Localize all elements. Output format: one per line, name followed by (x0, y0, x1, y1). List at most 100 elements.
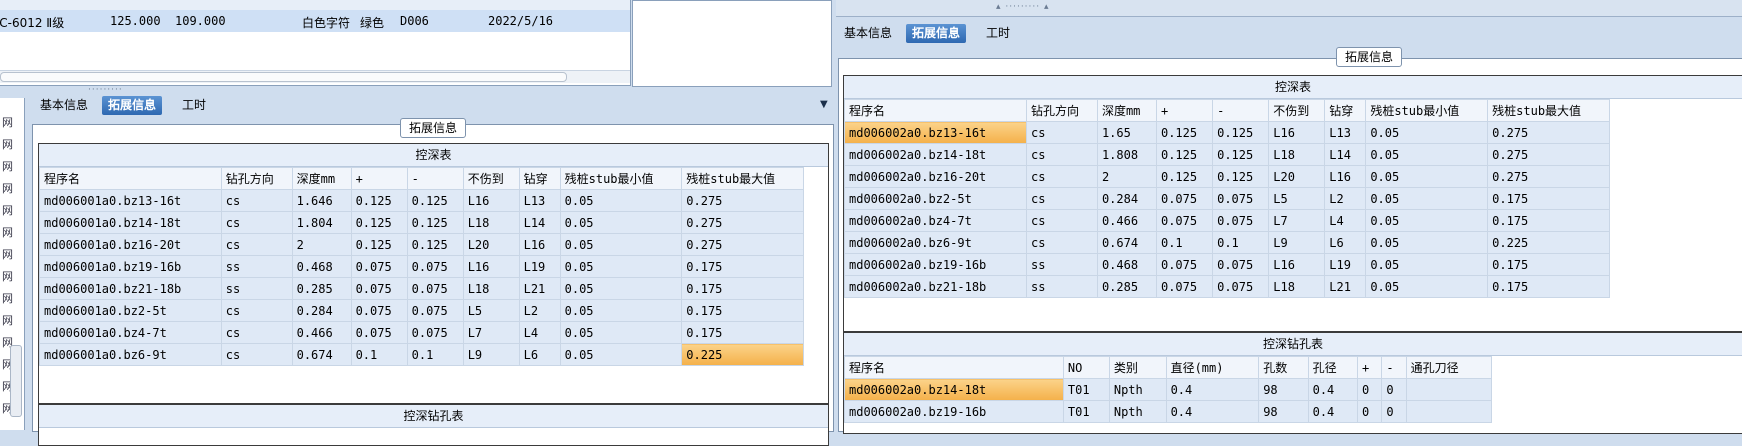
table-cell[interactable]: L4 (518, 321, 561, 344)
tab-basic-info[interactable]: 基本信息 (838, 24, 898, 43)
table-cell[interactable]: 0.125 (1155, 121, 1214, 144)
table-cell[interactable]: 0.075 (406, 299, 464, 322)
table-cell[interactable]: md006002a0.bz13-16t (844, 121, 1027, 144)
table-cell[interactable]: 0 (1357, 378, 1383, 401)
table-cell[interactable]: 0.05 (1365, 165, 1489, 188)
table-cell[interactable]: 0.125 (1212, 143, 1270, 166)
table-cell[interactable]: 0.674 (1096, 231, 1157, 254)
vertical-scrollbar-thumb[interactable] (10, 345, 22, 417)
column-header[interactable]: 不伤到 (462, 167, 520, 190)
table-cell[interactable]: md006002a0.bz16-20t (844, 165, 1027, 188)
column-header[interactable]: 直径(mm) (1165, 356, 1260, 379)
table-cell[interactable]: 0.1 (350, 343, 408, 366)
table-cell[interactable]: 0.175 (1487, 209, 1610, 232)
table-cell[interactable]: 98 (1258, 378, 1309, 401)
table-row[interactable]: md006001a0.bz21-18b ss 0.285 0.075 0.075 L18 L… (39, 277, 804, 300)
column-header[interactable]: 不伤到 (1268, 99, 1326, 122)
table-cell[interactable]: ss (220, 277, 293, 300)
table-cell[interactable]: 0.05 (559, 255, 683, 278)
splitter-grip-icon[interactable]: ▴ ········· ▴ (996, 2, 1050, 12)
column-header[interactable]: + (350, 167, 408, 190)
tab-extended-info[interactable]: 拓展信息 (102, 96, 163, 115)
table-cell[interactable]: ss (1026, 275, 1098, 298)
table-cell[interactable]: 0.05 (1365, 121, 1489, 144)
top-grid[interactable]: PC-6012 Ⅱ级 125.000 109.000 白色字符 绿色 D006 … (0, 0, 631, 86)
table-cell[interactable]: 0.075 (1155, 209, 1214, 232)
table-cell[interactable]: cs (1026, 209, 1098, 232)
table-cell[interactable]: 1.646 (291, 189, 352, 212)
table-cell[interactable]: 0.125 (406, 211, 464, 234)
table-cell[interactable]: 0.175 (681, 299, 804, 322)
table-cell[interactable]: 0.125 (1155, 165, 1214, 188)
table-cell[interactable]: md006001a0.bz6-9t (39, 343, 222, 366)
column-header[interactable]: - (406, 167, 464, 190)
table-cell[interactable]: L16 (518, 233, 561, 256)
table-cell[interactable]: md006001a0.bz4-7t (39, 321, 222, 344)
table-cell[interactable]: L16 (462, 189, 520, 212)
table-cell[interactable]: 2 (1096, 165, 1157, 188)
table-cell[interactable]: L16 (1268, 253, 1326, 276)
table-cell[interactable]: 0.05 (1365, 253, 1489, 276)
table-cell[interactable]: md006002a0.bz6-9t (844, 231, 1027, 254)
table-row[interactable]: md006001a0.bz4-7t cs 0.466 0.075 0.075 L7 L4 0.… (39, 321, 804, 344)
table-cell[interactable]: 0.674 (291, 343, 352, 366)
table-cell[interactable]: 0.075 (1155, 253, 1214, 276)
table-cell[interactable]: md006001a0.bz14-18t (39, 211, 222, 234)
table-cell[interactable]: 0.05 (559, 211, 683, 234)
table-row[interactable]: md006001a0.bz6-9t cs 0.674 0.1 0.1 L9 L6 0.05 0.… (39, 343, 804, 366)
table-cell[interactable]: md006002a0.bz21-18b (844, 275, 1027, 298)
table-cell[interactable]: 0.05 (1365, 275, 1489, 298)
table-cell[interactable]: cs (220, 189, 293, 212)
tab-work-hours[interactable]: 工时 (176, 96, 212, 115)
table-cell[interactable]: 1.65 (1096, 121, 1157, 144)
table-cell[interactable]: 0.075 (1212, 187, 1270, 210)
column-header[interactable]: 钻穿 (518, 167, 561, 190)
table-cell[interactable]: 0.125 (406, 233, 464, 256)
table-cell[interactable]: L16 (462, 255, 520, 278)
table-cell[interactable]: md006002a0.bz19-16b (844, 253, 1027, 276)
table-row[interactable]: md006002a0.bz6-9t cs 0.674 0.1 0.1 L9 L6 0.05 0.… (844, 231, 1610, 254)
table-cell[interactable]: 0.125 (1155, 143, 1214, 166)
table-cell[interactable]: cs (220, 233, 293, 256)
table-cell[interactable]: L21 (1324, 275, 1367, 298)
table-cell[interactable]: 0.275 (1487, 121, 1610, 144)
table-row[interactable]: md006001a0.bz19-16b ss 0.468 0.075 0.075 L16 L… (39, 255, 804, 278)
column-header[interactable]: - (1212, 99, 1270, 122)
table-cell[interactable]: 0.175 (1487, 187, 1610, 210)
column-header[interactable]: 深度mm (1096, 99, 1157, 122)
column-header[interactable]: 类别 (1108, 356, 1167, 379)
table-cell[interactable]: Npth (1108, 378, 1167, 401)
table-row[interactable]: md006001a0.bz2-5t cs 0.284 0.075 0.075 L5 L2 0.… (39, 299, 804, 322)
table-cell[interactable]: md006001a0.bz21-18b (39, 277, 222, 300)
table-cell[interactable]: 0.05 (1365, 143, 1489, 166)
table-cell[interactable]: 0.466 (291, 321, 352, 344)
table-cell[interactable] (1405, 378, 1493, 401)
table-cell[interactable]: cs (220, 321, 293, 344)
table-cell[interactable]: cs (1026, 231, 1098, 254)
table-row[interactable]: md006002a0.bz14-18t T01 Npth 0.4 98 0.4 0 0 (844, 378, 1493, 401)
table-cell[interactable]: 0.05 (1365, 231, 1489, 254)
column-header[interactable]: 孔径 (1307, 356, 1359, 379)
table-cell[interactable]: L2 (518, 299, 561, 322)
table-cell[interactable]: 0.1 (1212, 231, 1270, 254)
table-cell[interactable]: 0.1 (406, 343, 464, 366)
table-cell[interactable]: 0 (1381, 400, 1407, 423)
table-cell[interactable]: L6 (518, 343, 561, 366)
table-cell[interactable]: L21 (518, 277, 561, 300)
table-cell[interactable]: 0.468 (1096, 253, 1157, 276)
chevron-down-icon[interactable]: ▼ (820, 99, 828, 110)
table-cell[interactable]: 0.125 (350, 189, 408, 212)
table-cell[interactable]: L19 (518, 255, 561, 278)
table-cell[interactable]: L5 (462, 299, 520, 322)
table-cell[interactable]: 0.05 (559, 189, 683, 212)
table-row[interactable]: md006002a0.bz16-20t cs 2 0.125 0.125 L20 L16 0.… (844, 165, 1610, 188)
table-cell[interactable]: 0.1 (1155, 231, 1214, 254)
table-cell[interactable]: ss (220, 255, 293, 278)
table-cell[interactable]: 0.125 (350, 233, 408, 256)
table-cell[interactable]: 1.808 (1096, 143, 1157, 166)
table-cell[interactable]: 0.05 (559, 277, 683, 300)
table-cell[interactable]: 0.125 (350, 211, 408, 234)
table-cell[interactable]: 0.175 (681, 321, 804, 344)
table-cell[interactable]: 0.275 (1487, 143, 1610, 166)
table-cell[interactable]: cs (220, 299, 293, 322)
